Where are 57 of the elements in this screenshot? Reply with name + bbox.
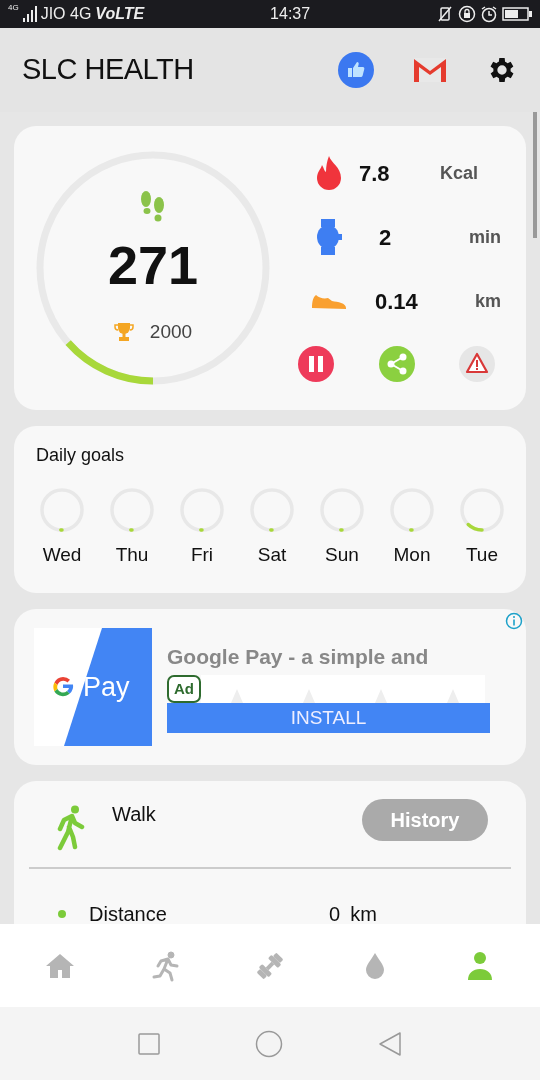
network-type: 4G (8, 2, 19, 14)
step-goal: 2000 (149, 319, 193, 344)
step-count: 271 (107, 237, 199, 292)
day-label: Sat (257, 543, 287, 567)
volte-label: VoLTE (95, 4, 145, 24)
ad-badge: Ad (167, 674, 201, 703)
goal-ring (39, 487, 85, 533)
share-button[interactable] (378, 346, 415, 382)
recent-apps-icon[interactable] (137, 1031, 161, 1056)
goal-ring (179, 487, 225, 533)
ad-logo-text: Pay (83, 670, 130, 704)
day-label: Sun (325, 543, 359, 567)
battery-icon (502, 7, 532, 21)
day-label: Thu (115, 543, 149, 567)
rotation-lock-icon (458, 5, 476, 23)
home-button-icon[interactable] (255, 1029, 283, 1058)
goal-ring (319, 487, 365, 533)
section-title: Daily goals (36, 444, 126, 467)
watch-icon (315, 219, 343, 255)
activity-title: Walk (112, 802, 156, 827)
stat-unit: km (475, 289, 501, 313)
day-label: Mon (393, 543, 431, 567)
warning-button[interactable] (459, 346, 495, 382)
alarm-icon (480, 5, 498, 23)
day-label: Tue (465, 543, 498, 567)
stat-unit: Kcal (439, 161, 478, 185)
carrier-name: JIO 4G (40, 4, 92, 24)
goal-ring (249, 487, 295, 533)
goal-ring (109, 487, 155, 533)
day-label: Fri (190, 543, 214, 567)
install-button[interactable]: INSTALL (167, 703, 490, 733)
goal-ring (389, 487, 435, 533)
stat-unit: km (350, 902, 377, 924)
bullet-dot-icon (58, 910, 66, 918)
info-icon[interactable] (505, 612, 523, 630)
flame-icon (315, 155, 343, 191)
stat-value: 2 (379, 223, 392, 252)
footprints-icon (139, 189, 167, 224)
ad-headline: Google Pay - a simple and (167, 644, 430, 670)
mail-icon[interactable] (412, 56, 448, 84)
clock-time: 14:37 (270, 4, 311, 24)
history-button[interactable]: History (362, 799, 488, 841)
vibrate-off-icon (436, 5, 454, 23)
stat-value: 0 (329, 902, 341, 924)
pause-button[interactable] (298, 346, 334, 382)
stat-unit: min (469, 225, 501, 249)
day-label: Wed (42, 543, 82, 567)
goal-ring (459, 487, 505, 533)
thumbs-up-icon[interactable] (338, 52, 374, 88)
shoe-icon (311, 292, 347, 310)
app-title: SLC HEALTH (22, 52, 194, 88)
back-icon[interactable] (377, 1030, 403, 1057)
stat-value: 7.8 (359, 159, 390, 188)
stat-value: 0.14 (375, 287, 418, 316)
stat-label: Distance (89, 902, 168, 924)
trophy-icon (113, 322, 134, 342)
signal-icon (22, 6, 37, 22)
